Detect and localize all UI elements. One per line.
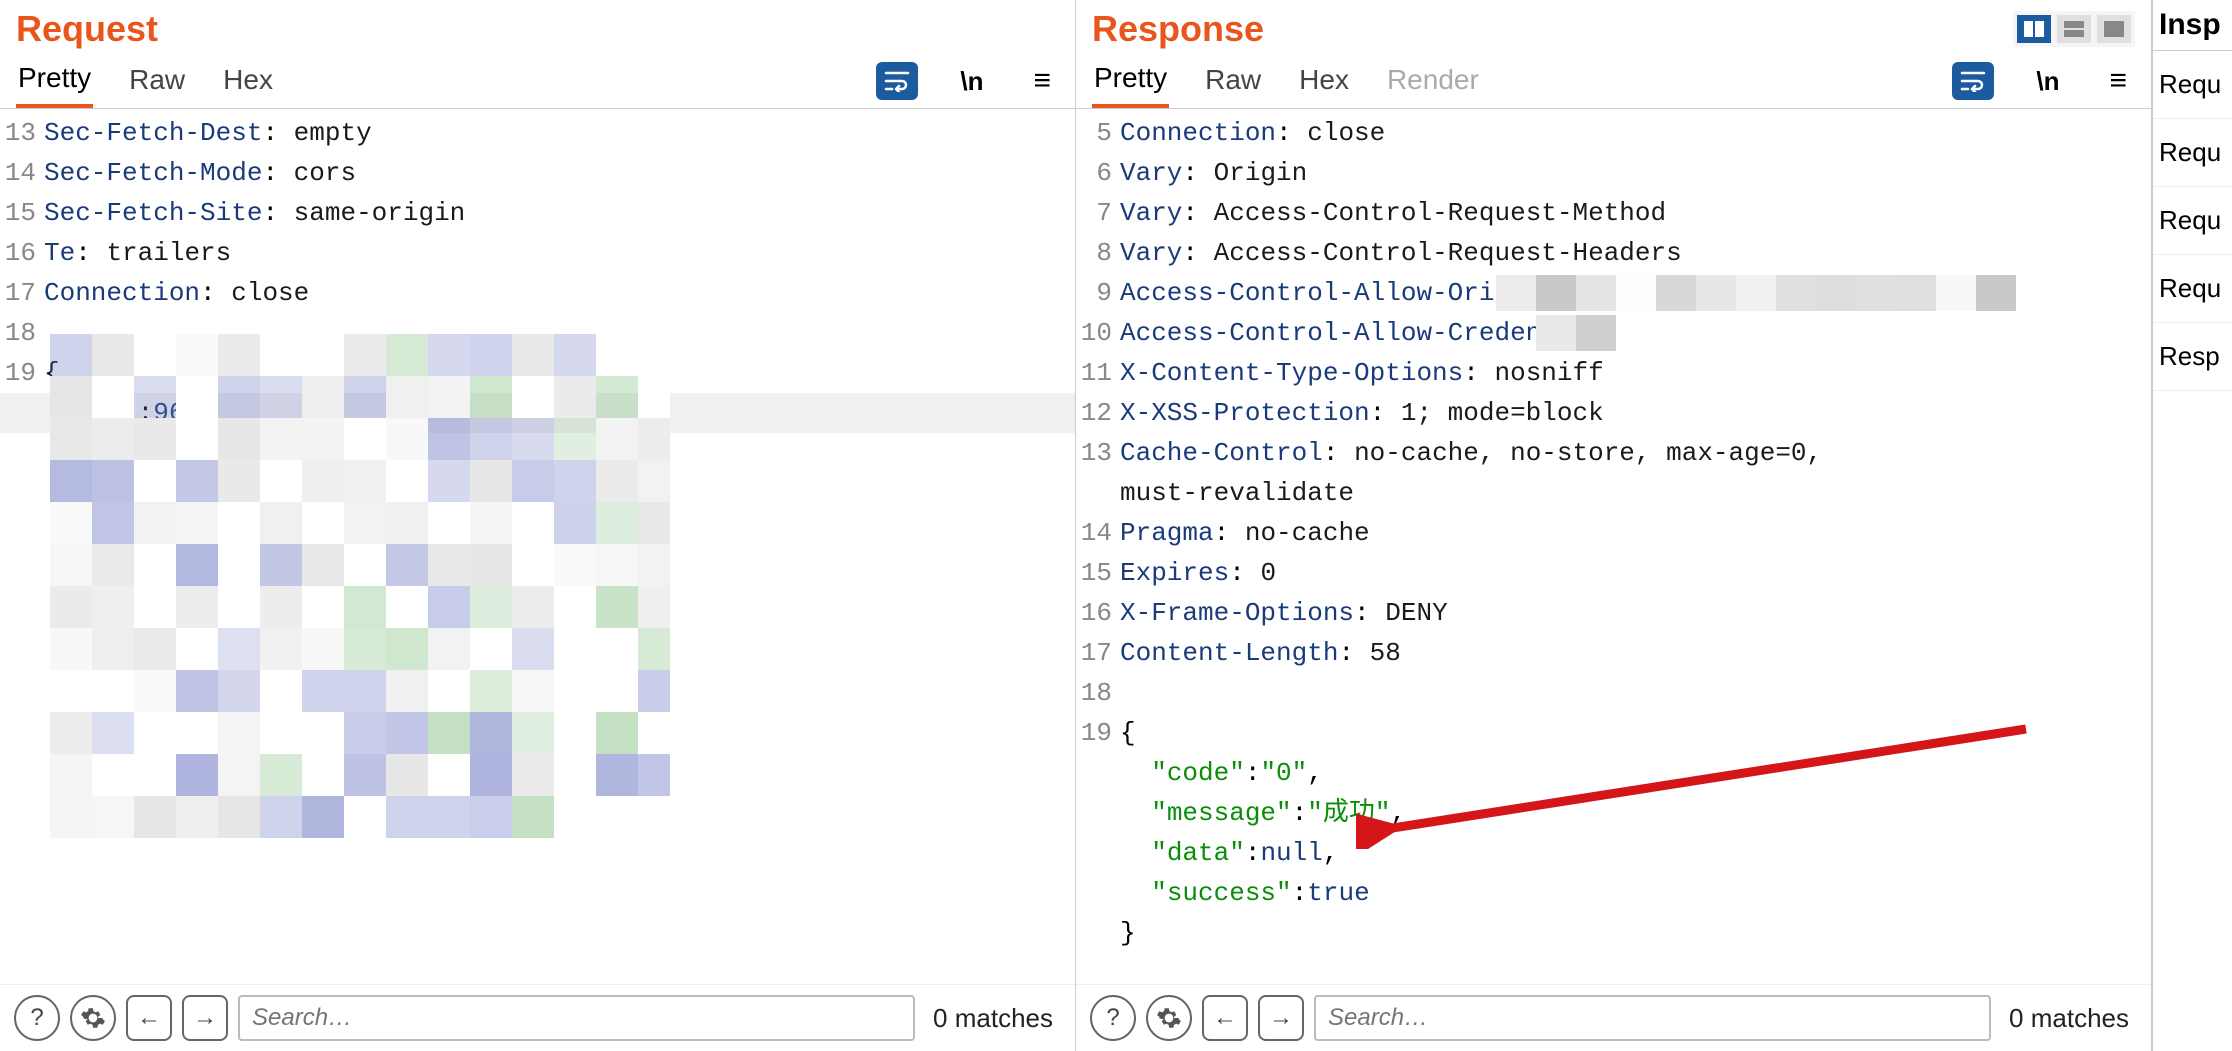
next-match-icon[interactable]: →: [1258, 995, 1304, 1041]
inspector-item[interactable]: Requ: [2153, 187, 2232, 255]
code-line[interactable]: 15Expires: 0: [1076, 553, 2151, 593]
layout-columns-icon[interactable]: [2017, 15, 2051, 43]
tab-hex[interactable]: Hex: [221, 56, 275, 106]
help-icon[interactable]: ?: [1090, 995, 1136, 1041]
tab-raw[interactable]: Raw: [127, 56, 187, 106]
request-footer: ? ← → 0 matches: [0, 984, 1075, 1051]
search-input[interactable]: [1314, 995, 1991, 1041]
code-line[interactable]: 10Access-Control-Allow-Credentia: [1076, 313, 2151, 353]
tab-pretty[interactable]: Pretty: [16, 54, 93, 108]
request-title: Request: [16, 8, 1059, 50]
code-line[interactable]: 6Vary: Origin: [1076, 153, 2151, 193]
request-header: Request: [0, 0, 1075, 50]
code-line[interactable]: 13Cache-Control: no-cache, no-store, max…: [1076, 433, 2151, 473]
code-line[interactable]: 16Te: trailers: [0, 233, 1075, 273]
layout-single-icon[interactable]: [2097, 15, 2131, 43]
response-tabrow: Pretty Raw Hex Render \n ≡: [1076, 50, 2151, 109]
request-code[interactable]: 13Sec-Fetch-Dest: empty14Sec-Fetch-Mode:…: [0, 109, 1075, 984]
next-match-icon[interactable]: →: [182, 995, 228, 1041]
code-line[interactable]: 13Sec-Fetch-Dest: empty: [0, 113, 1075, 153]
redacted-strip: [1496, 275, 2036, 311]
newline-icon[interactable]: \n: [952, 66, 991, 97]
code-line[interactable]: "success":true: [1076, 873, 2151, 913]
gear-icon[interactable]: [70, 995, 116, 1041]
code-line[interactable]: 15Sec-Fetch-Site: same-origin: [0, 193, 1075, 233]
response-header: Response: [1076, 0, 2151, 50]
tab-hex[interactable]: Hex: [1297, 56, 1351, 106]
help-icon[interactable]: ?: [14, 995, 60, 1041]
match-count: 0 matches: [925, 1003, 1061, 1034]
code-line[interactable]: 9Access-Control-Allow-Origin :: [1076, 273, 2151, 313]
inspector-item[interactable]: Requ: [2153, 119, 2232, 187]
response-panel: Response Pretty Raw Hex Render: [1076, 0, 2152, 1051]
newline-icon[interactable]: \n: [2028, 66, 2067, 97]
request-panel: Request Pretty Raw Hex \n ≡ 13Sec-Fetch-…: [0, 0, 1076, 1051]
code-line[interactable]: "data":null,: [1076, 833, 2151, 873]
menu-icon[interactable]: ≡: [1025, 64, 1059, 98]
response-footer: ? ← → 0 matches: [1076, 984, 2151, 1051]
code-line[interactable]: 7Vary: Access-Control-Request-Method: [1076, 193, 2151, 233]
code-line[interactable]: 14Pragma: no-cache: [1076, 513, 2151, 553]
tab-render[interactable]: Render: [1385, 56, 1481, 106]
code-line[interactable]: 12X-XSS-Protection: 1; mode=block: [1076, 393, 2151, 433]
tab-pretty[interactable]: Pretty: [1092, 54, 1169, 108]
code-line[interactable]: 18: [1076, 673, 2151, 713]
code-line[interactable]: 19{: [1076, 713, 2151, 753]
gear-icon[interactable]: [1146, 995, 1192, 1041]
inspector-title: Insp: [2153, 0, 2232, 51]
code-line[interactable]: "code":"0",: [1076, 753, 2151, 793]
redacted-strip: [1536, 315, 1616, 351]
code-line[interactable]: 11X-Content-Type-Options: nosniff: [1076, 353, 2151, 393]
response-code[interactable]: 5Connection: close6Vary: Origin7Vary: Ac…: [1076, 109, 2151, 984]
wrap-toggle-icon[interactable]: [876, 62, 918, 100]
code-line[interactable]: 16X-Frame-Options: DENY: [1076, 593, 2151, 633]
match-count: 0 matches: [2001, 1003, 2137, 1034]
code-line[interactable]: 5Connection: close: [1076, 113, 2151, 153]
code-line[interactable]: 17Content-Length: 58: [1076, 633, 2151, 673]
request-tabrow: Pretty Raw Hex \n ≡: [0, 50, 1075, 109]
prev-match-icon[interactable]: ←: [126, 995, 172, 1041]
code-line[interactable]: "message":"成功",: [1076, 793, 2151, 833]
inspector-panel: Insp RequRequRequRequResp: [2152, 0, 2232, 1051]
inspector-item[interactable]: Requ: [2153, 255, 2232, 323]
wrap-toggle-icon[interactable]: [1952, 62, 1994, 100]
tab-raw[interactable]: Raw: [1203, 56, 1263, 106]
layout-rows-icon[interactable]: [2057, 15, 2091, 43]
prev-match-icon[interactable]: ←: [1202, 995, 1248, 1041]
response-title: Response: [1092, 8, 2013, 50]
menu-icon[interactable]: ≡: [2101, 64, 2135, 98]
layout-toggle: [2013, 11, 2135, 47]
code-line[interactable]: must-revalidate: [1076, 473, 2151, 513]
code-line[interactable]: 14Sec-Fetch-Mode: cors: [0, 153, 1075, 193]
redacted-body-area: [50, 334, 670, 854]
search-input[interactable]: [238, 995, 915, 1041]
code-line[interactable]: 17Connection: close: [0, 273, 1075, 313]
code-line[interactable]: }: [1076, 913, 2151, 953]
inspector-item[interactable]: Resp: [2153, 323, 2232, 391]
inspector-item[interactable]: Requ: [2153, 51, 2232, 119]
code-line[interactable]: 8Vary: Access-Control-Request-Headers: [1076, 233, 2151, 273]
